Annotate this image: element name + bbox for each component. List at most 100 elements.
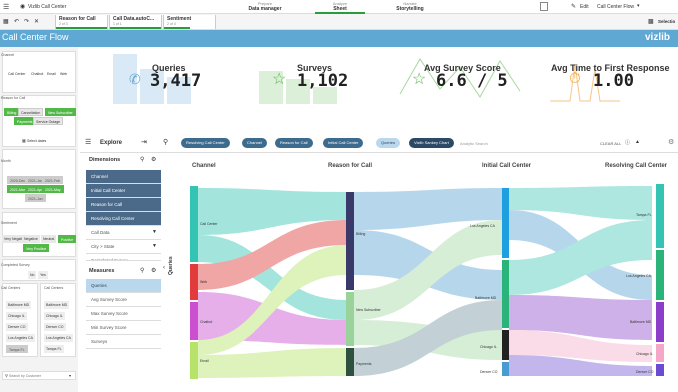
node-los-angeles-resolving[interactable] — [656, 250, 664, 300]
selection-sentiment[interactable]: Sentiment 2 of 4 — [163, 15, 216, 29]
filter-chip[interactable]: Neutral — [41, 235, 57, 243]
filter-chip[interactable]: Cancellation — [18, 108, 44, 116]
filter-chip[interactable]: Chicago IL — [6, 312, 27, 320]
filter-chip[interactable]: Negative — [22, 235, 40, 243]
collapse-icon[interactable]: ⇥ — [141, 138, 147, 146]
dimension-item[interactable]: Resolving Call Center — [86, 212, 161, 226]
node-chicago-resolving[interactable] — [656, 344, 664, 362]
selections-panel-label[interactable]: Selectio — [658, 19, 675, 24]
filter-chip[interactable]: Web — [58, 70, 70, 78]
search-icon[interactable]: ⚲ — [163, 138, 168, 146]
settings-icon[interactable]: ⚙ — [668, 138, 674, 146]
filter-chip[interactable]: Los Angeles CA — [6, 334, 35, 342]
measure-pill[interactable]: Queries — [376, 138, 401, 148]
hamburger-icon[interactable]: ☰ — [85, 138, 91, 146]
sankey-column-reason: Reason for Call — [328, 163, 373, 169]
tab-analyze[interactable]: Analyze Sheet — [315, 1, 365, 14]
filter-chip[interactable]: 2021-Feb — [42, 176, 63, 184]
chevron-up-icon[interactable]: ▲ — [635, 139, 640, 145]
dimension-item[interactable]: Call Data — [86, 226, 161, 240]
clear-selections-icon[interactable]: ✕ — [34, 18, 39, 25]
node-baltimore-initial[interactable] — [502, 260, 509, 328]
clear-all-button[interactable]: CLEAR ALL — [600, 141, 621, 146]
node-call-center[interactable] — [190, 186, 198, 262]
filter-chip[interactable]: Service Outage — [33, 117, 64, 125]
filter-title: Channel — [1, 53, 15, 57]
field-pill[interactable]: Initial Call Center — [323, 138, 364, 148]
tab-narrate[interactable]: Narrate Storytelling — [385, 1, 435, 12]
filter-title: Completed Survey — [1, 263, 30, 267]
node-denver-resolving[interactable] — [656, 364, 664, 376]
dimension-item[interactable]: Completed Survey — [86, 254, 161, 261]
filter-chip[interactable]: Denver CO — [44, 323, 66, 331]
measure-item[interactable]: Max Survey Score — [86, 307, 161, 321]
filter-chip[interactable]: Chicago IL — [44, 312, 65, 320]
forward-icon[interactable]: ↷ — [24, 18, 29, 25]
node-payments[interactable] — [346, 348, 354, 376]
node-billing[interactable] — [346, 192, 354, 290]
measure-item[interactable]: Surveys — [86, 335, 161, 349]
dimension-item[interactable]: City > State — [86, 240, 161, 254]
select-dates-button[interactable]: Select dates — [25, 138, 49, 144]
filter-chip[interactable]: 2021-May — [42, 185, 64, 193]
filter-chip[interactable]: Denver CO — [6, 323, 28, 331]
selection-call-data[interactable]: Call Data.autoC... 1 of 1 — [109, 15, 162, 29]
node-chicago-initial[interactable] — [502, 330, 509, 360]
edit-icon[interactable]: ✎ — [571, 3, 576, 10]
analytic-search-input[interactable]: Analytic Search — [460, 141, 488, 146]
filter-chip[interactable]: Yes — [38, 271, 48, 279]
selection-tools-icon[interactable]: ▦ — [3, 18, 9, 25]
edit-button[interactable]: Edit — [580, 4, 589, 10]
node-denver-initial[interactable] — [502, 362, 509, 376]
node-baltimore-resolving[interactable] — [656, 302, 664, 342]
field-pill[interactable]: Resolving Call Center — [181, 138, 230, 148]
kpi-time-first-response: ⏱ Avg Time to First Response 1.00 — [548, 49, 673, 129]
measure-item[interactable]: Min Survey Score — [86, 321, 161, 335]
filter-chip[interactable]: No — [28, 271, 37, 279]
chevron-down-icon[interactable]: ▾ — [637, 3, 640, 9]
node-los-angeles-initial[interactable] — [502, 188, 509, 258]
sheet-name-dropdown[interactable]: Call Center Flow — [597, 4, 634, 10]
selection-reason-for-call[interactable]: Reason for Call 2 of 3 — [55, 15, 108, 29]
bookmark-icon[interactable] — [540, 2, 548, 11]
filter-chip[interactable]: Call Center — [6, 70, 28, 78]
search-icon[interactable]: ⚲ — [140, 156, 144, 163]
collapse-panel-icon[interactable]: ‹ — [163, 265, 165, 271]
filter-chip[interactable]: Very Positive — [23, 244, 50, 252]
chart-type-pill[interactable]: Vizlib Sankey Chart — [409, 138, 454, 148]
search-customer-box[interactable]: ⚲ Search by Customer ▾ — [2, 371, 76, 380]
settings-icon[interactable]: ⚙ — [151, 267, 156, 274]
measure-item[interactable]: Avg Survey Score — [86, 293, 161, 307]
dimension-item[interactable]: Initial Call Center — [86, 184, 161, 198]
filter-chip[interactable]: Chatbot — [29, 70, 46, 78]
filter-chip[interactable]: New Subscriber — [45, 108, 76, 116]
node-new-subscriber[interactable] — [346, 292, 354, 346]
menu-icon[interactable]: ☰ — [3, 3, 9, 11]
filter-chip[interactable]: Positive — [58, 235, 77, 243]
kpi-value: 3,417 — [150, 71, 202, 91]
filter-chip[interactable]: Tampa FL — [44, 345, 64, 353]
filter-chip[interactable]: Baltimore MD — [44, 301, 70, 309]
node-tampa[interactable] — [656, 184, 664, 248]
filter-chip[interactable]: Tampa FL — [6, 345, 28, 353]
filter-chip[interactable]: Baltimore MD — [6, 301, 32, 309]
field-pill[interactable]: Channel — [242, 138, 267, 148]
settings-icon[interactable]: ⚙ — [151, 156, 156, 163]
field-pill[interactable]: Reason for Call — [275, 138, 313, 148]
sankey-chart[interactable] — [180, 180, 678, 392]
search-icon[interactable]: ⚲ — [140, 267, 144, 274]
node-chatbot[interactable] — [190, 302, 198, 340]
node-web[interactable] — [190, 264, 198, 300]
dimension-item[interactable]: Channel — [86, 170, 161, 184]
info-icon[interactable]: ⓘ — [625, 139, 630, 146]
filter-chip[interactable]: Los Angeles CA — [44, 334, 73, 342]
assets-icon[interactable]: ▩ — [648, 18, 654, 25]
back-icon[interactable]: ↶ — [14, 18, 19, 25]
dimension-item[interactable]: Reason for Call — [86, 198, 161, 212]
measure-item[interactable]: Queries — [86, 279, 161, 293]
filter-chip[interactable]: Email — [45, 70, 58, 78]
filter-sentiment: Sentiment Very Negative Negative Neutral… — [1, 212, 77, 257]
filter-chip[interactable]: 2021-Jun — [25, 194, 46, 202]
node-email[interactable] — [190, 342, 198, 379]
tab-prepare[interactable]: Prepare Data manager — [240, 1, 290, 12]
